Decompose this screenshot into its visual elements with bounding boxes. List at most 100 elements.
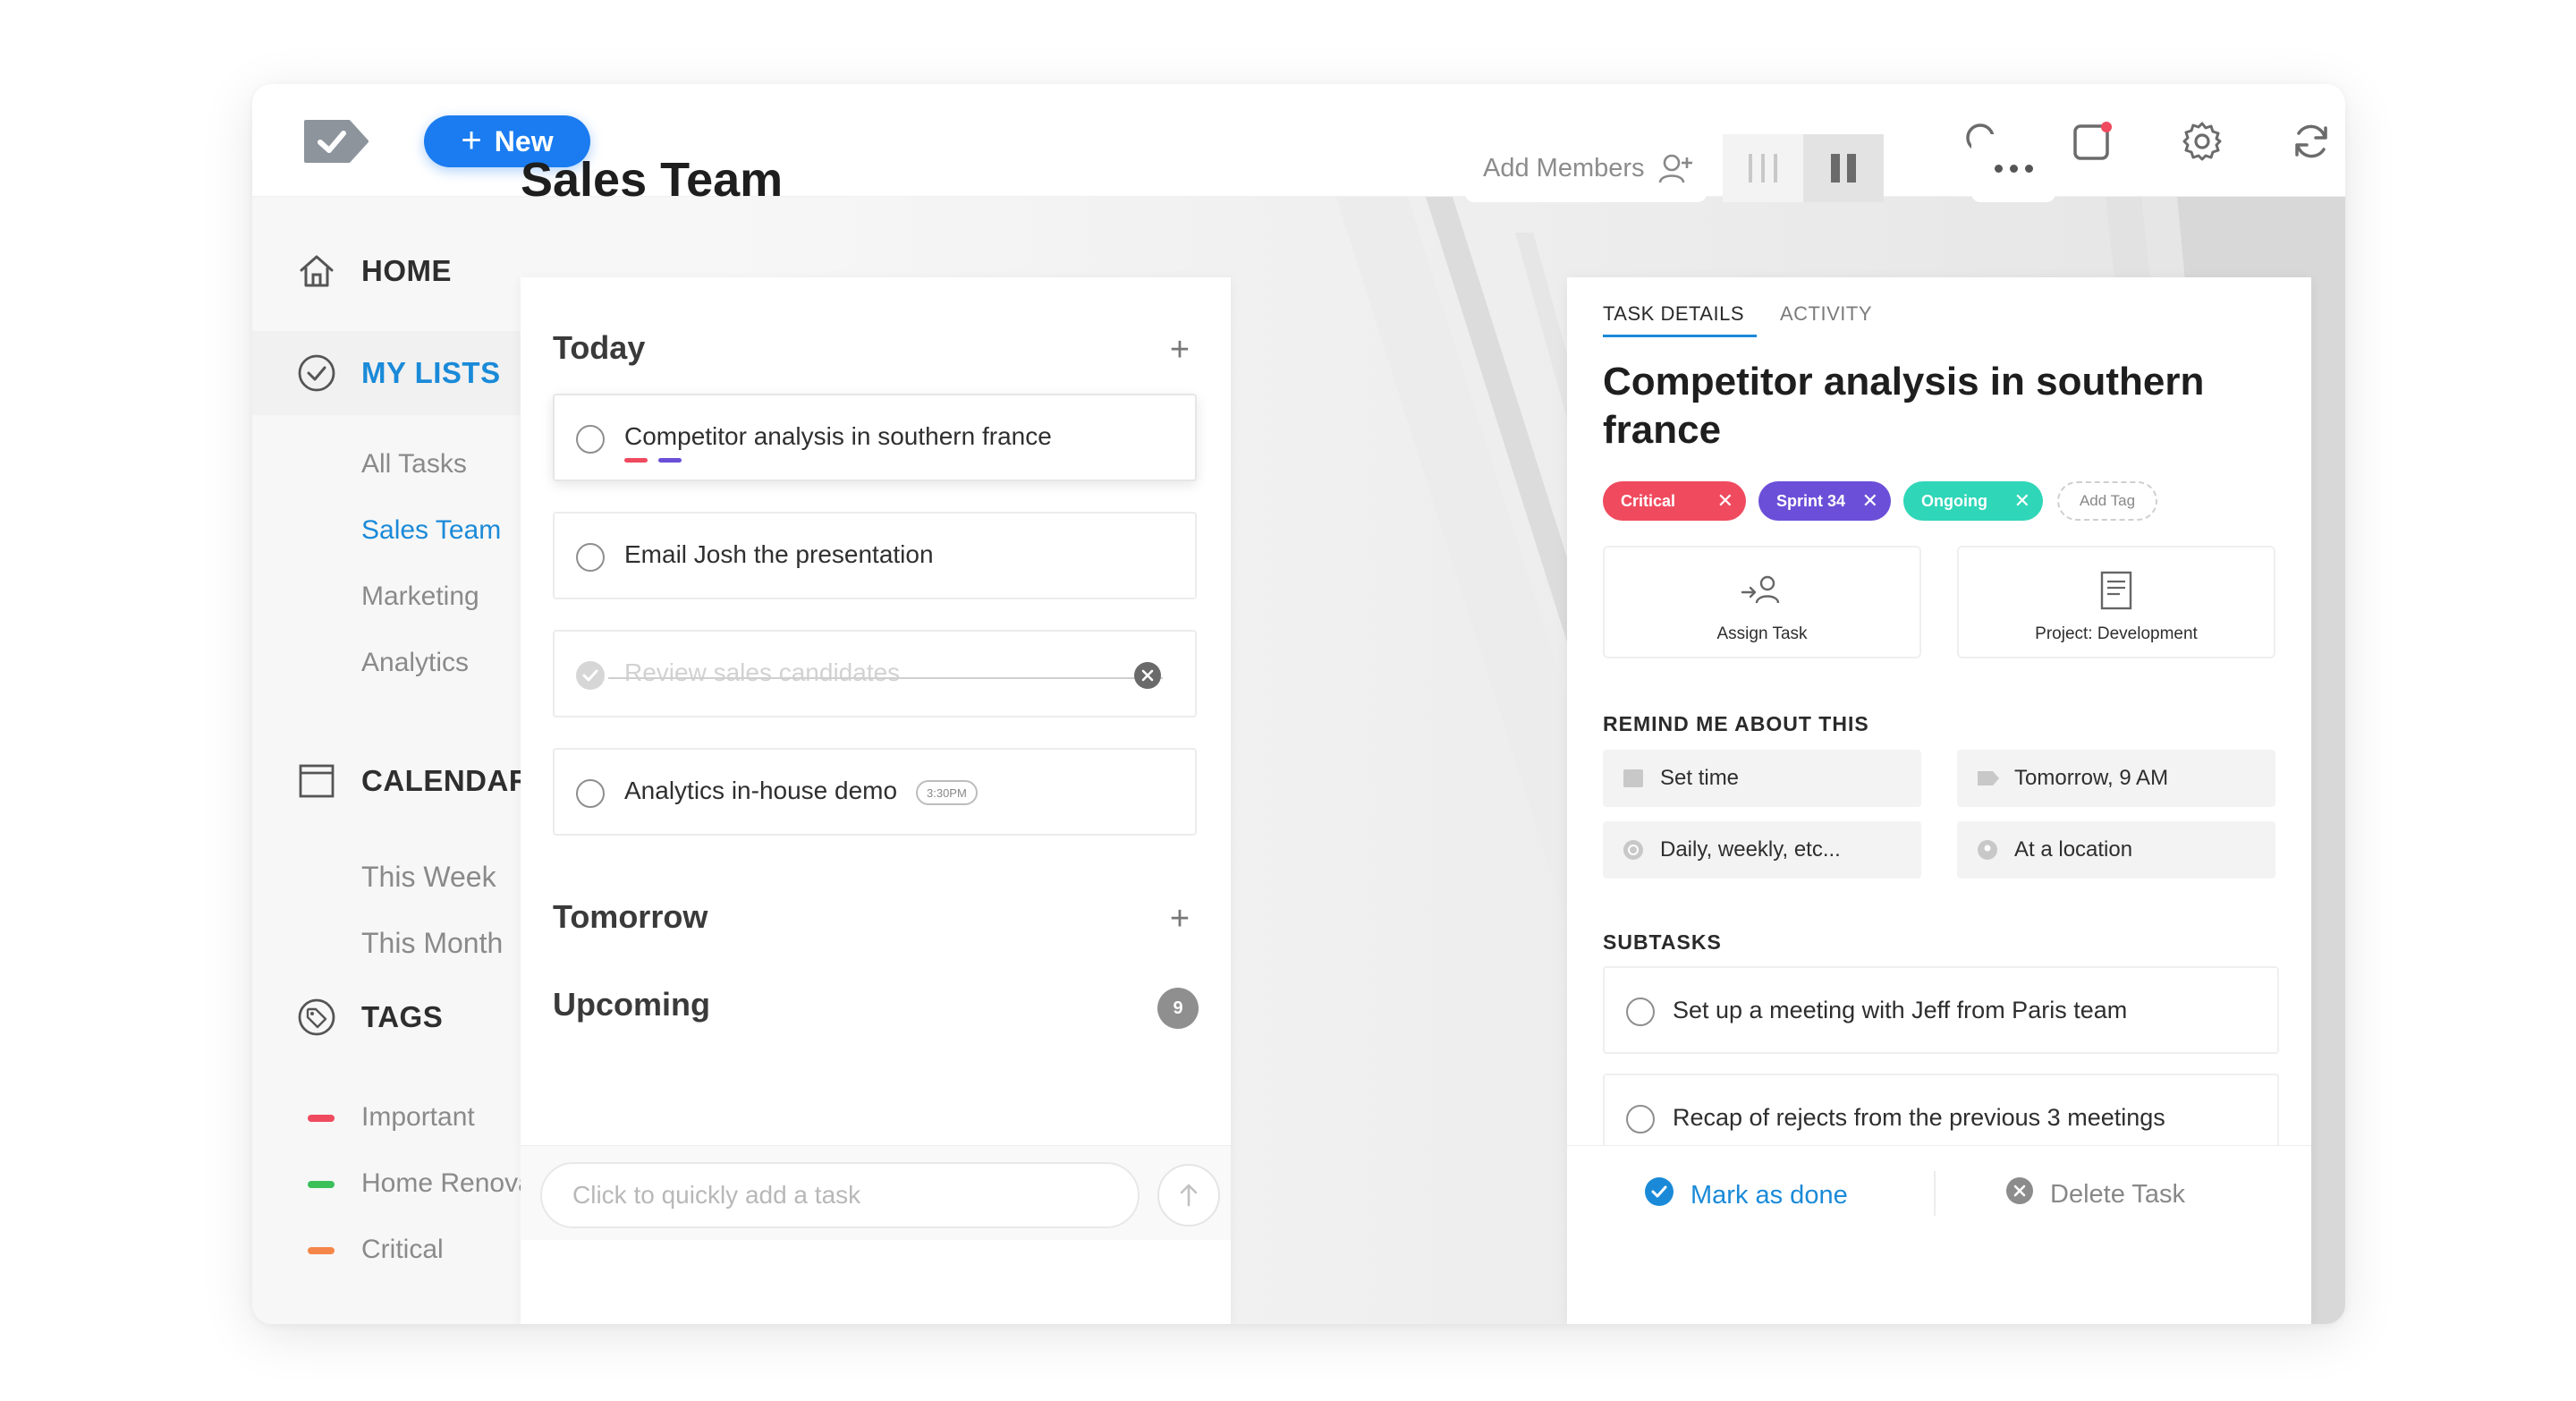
remove-task-icon[interactable] — [1134, 662, 1161, 689]
tag-pill-label: Critical — [1621, 491, 1676, 510]
sidebar-item-label: Analytics — [361, 648, 470, 677]
tag-pill-sprint[interactable]: Sprint 34 ✕ — [1758, 481, 1891, 521]
set-time-button[interactable]: Set time — [1603, 750, 1921, 807]
page-title: Sales Team — [521, 153, 784, 207]
tag-pill-label: Ongoing — [1921, 491, 1987, 510]
task-checkbox[interactable] — [576, 543, 605, 572]
dot — [2024, 164, 2033, 173]
check-circle-filled-icon — [1644, 1176, 1674, 1214]
tag-icon — [297, 998, 336, 1037]
more-options-button[interactable] — [1971, 134, 2055, 202]
tag-color-swatch — [308, 1247, 335, 1254]
sync-icon[interactable] — [2284, 115, 2338, 168]
remind-heading: REMIND ME ABOUT THIS — [1603, 712, 1869, 735]
sidebar-home-label: HOME — [361, 254, 452, 287]
task-item[interactable]: Analytics in-house demo 3:30PM — [553, 748, 1197, 836]
sidebar-item-label: All Tasks — [361, 449, 467, 479]
remove-tag-icon[interactable]: ✕ — [1862, 489, 1878, 513]
tag-label: Important — [361, 1102, 475, 1132]
dot — [1994, 164, 2003, 173]
subtask-item[interactable]: Set up a meeting with Jeff from Paris te… — [1603, 966, 2279, 1054]
tag-pill-label: Sprint 34 — [1776, 491, 1846, 510]
delete-task-button[interactable]: Delete Task — [2005, 1176, 2185, 1212]
repeat-reminder-button[interactable]: Daily, weekly, etc... — [1603, 821, 1921, 879]
forward-icon — [1977, 768, 1999, 789]
app-window: + New HOME MY LISTS All Tasks Sales Team… — [252, 84, 2345, 1324]
home-icon — [297, 251, 336, 291]
split-view-button[interactable] — [1803, 134, 1884, 202]
strikethrough-line — [608, 677, 1163, 679]
tab-activity[interactable]: ACTIVITY — [1780, 302, 1872, 326]
section-today: Today — [553, 329, 646, 366]
repeat-icon — [1623, 839, 1644, 861]
notification-icon[interactable] — [2066, 115, 2120, 168]
remind-option-label: Set time — [1660, 766, 1740, 790]
tab-task-details[interactable]: TASK DETAILS — [1603, 302, 1744, 326]
dot — [2009, 164, 2018, 173]
remove-tag-icon[interactable]: ✕ — [1717, 489, 1733, 513]
task-name: Email Josh the presentation — [624, 540, 934, 568]
app-logo-icon[interactable] — [301, 116, 370, 166]
tag-indicator — [624, 458, 648, 463]
remind-option-label: At a location — [2014, 837, 2133, 862]
assign-task-button[interactable]: Assign Task — [1603, 546, 1921, 658]
remind-option-label: Daily, weekly, etc... — [1660, 837, 1841, 862]
subtask-checkbox[interactable] — [1626, 998, 1655, 1026]
subtask-checkbox[interactable] — [1626, 1105, 1655, 1134]
add-today-task-button[interactable]: + — [1166, 333, 1193, 367]
task-checkbox[interactable] — [576, 425, 605, 454]
sidebar-item-this-week[interactable]: This Week — [361, 861, 496, 894]
sidebar-my-lists-label: MY LISTS — [361, 356, 501, 389]
settings-icon[interactable] — [2175, 115, 2229, 168]
tag-color-swatch — [308, 1115, 335, 1122]
project-button[interactable]: Project: Development — [1957, 546, 2275, 658]
sidebar-tags-label: TAGS — [361, 1000, 444, 1033]
subtask-name: Recap of rejects from the previous 3 mee… — [1673, 1104, 2165, 1131]
task-details-panel: TASK DETAILS ACTIVITY Competitor analysi… — [1567, 277, 2311, 1324]
quick-add-bar — [521, 1145, 1231, 1240]
task-title: Competitor analysis in southern france — [1603, 360, 2205, 452]
task-list-panel: Today + Competitor analysis in southern … — [521, 277, 1231, 1324]
subtasks-heading: SUBTASKS — [1603, 930, 1722, 954]
delete-x-icon — [2005, 1176, 2034, 1212]
add-members-button[interactable]: Add Members — [1465, 134, 1707, 202]
remove-tag-icon[interactable]: ✕ — [2014, 489, 2030, 513]
footer-divider — [1934, 1171, 1936, 1216]
plus-icon: + — [461, 120, 482, 160]
location-reminder-button[interactable]: At a location — [1957, 821, 2275, 879]
location-pin-icon — [1977, 839, 1998, 861]
quick-add-input[interactable] — [540, 1162, 1140, 1228]
add-user-icon — [1657, 150, 1694, 193]
active-tab-indicator — [1603, 335, 1757, 337]
subtask-name: Set up a meeting with Jeff from Paris te… — [1673, 997, 2128, 1023]
delete-task-label: Delete Task — [2050, 1179, 2185, 1209]
calendar-icon — [297, 761, 336, 801]
assign-user-icon — [1741, 569, 1784, 612]
section-tomorrow: Tomorrow — [553, 898, 708, 935]
section-upcoming: Upcoming — [553, 986, 710, 1023]
task-item[interactable]: Email Josh the presentation — [553, 512, 1197, 599]
task-name: Review sales candidates — [624, 658, 901, 686]
task-checkbox[interactable] — [576, 779, 605, 808]
sidebar-calendar-label: CALENDAR — [361, 764, 531, 797]
mark-as-done-button[interactable]: Mark as done — [1644, 1176, 1848, 1214]
tag-pill-ongoing[interactable]: Ongoing ✕ — [1903, 481, 2043, 521]
task-item-completed[interactable]: Review sales candidates — [553, 630, 1197, 717]
task-item[interactable]: Competitor analysis in southern france — [553, 394, 1197, 481]
tag-pill-critical[interactable]: Critical ✕ — [1603, 481, 1746, 521]
completed-check-icon[interactable] — [576, 661, 605, 690]
mark-as-done-label: Mark as done — [1690, 1180, 1848, 1210]
submit-arrow-icon[interactable] — [1157, 1164, 1220, 1227]
upcoming-count-badge: 9 — [1157, 988, 1199, 1029]
add-tomorrow-task-button[interactable]: + — [1166, 902, 1193, 936]
tomorrow-reminder-button[interactable]: Tomorrow, 9 AM — [1957, 750, 2275, 807]
columns-view-button[interactable] — [1723, 134, 1803, 202]
tag-label: Critical — [361, 1235, 444, 1264]
add-members-label: Add Members — [1483, 153, 1645, 183]
project-label: Project: Development — [2035, 624, 2198, 643]
sidebar-item-this-month[interactable]: This Month — [361, 927, 503, 960]
sidebar-item-label: Sales Team — [361, 515, 502, 545]
remind-option-label: Tomorrow, 9 AM — [2014, 766, 2169, 790]
add-tag-button[interactable]: Add Tag — [2057, 481, 2157, 521]
details-footer: Mark as done Delete Task — [1567, 1145, 2311, 1240]
